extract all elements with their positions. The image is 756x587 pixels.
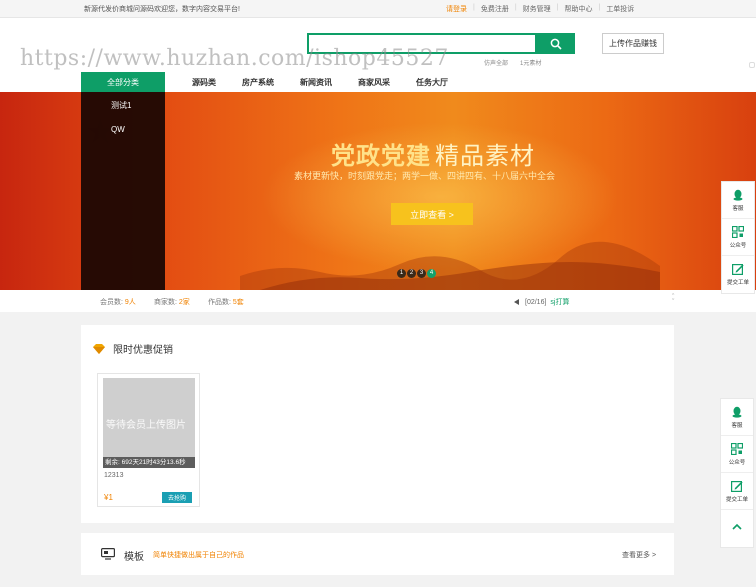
float-submit-ticket[interactable]: 提交工单 [722, 256, 754, 293]
hotword-link[interactable]: 1元素材 [520, 58, 541, 67]
edit-icon [732, 264, 744, 275]
product-thumbnail[interactable]: 等待会员上传图片 剩余: 692天21时43分13.6秒 [103, 378, 195, 468]
welcome-text: 新源代发价商城问源码欢迎您，数字内容交易平台! [84, 6, 240, 13]
banner-title: 党政党建 精品素材 [331, 136, 535, 171]
carousel-dot-active[interactable]: 4 [427, 269, 436, 278]
works-value: 5套 [232, 299, 244, 306]
view-more-link[interactable]: 查看更多 > [622, 550, 656, 560]
great-wall-illustration [240, 241, 660, 290]
top-links: 请登录 | 免费注册 | 财务管理 | 帮助中心 | 工单投诉 [446, 4, 640, 14]
category-panel: 测试1 QW [81, 92, 165, 290]
main-nav: 全部分类 源码类 房产系统 新闻资讯 商家风采 任务大厅 [0, 72, 756, 92]
float-label: 公众号 [729, 242, 747, 249]
edit-icon [731, 480, 743, 492]
hot-keywords: 仿声全部 1元素材 [484, 58, 553, 67]
qrcode-icon [731, 442, 743, 455]
notice-link[interactable]: sj打算 [550, 297, 569, 307]
float-label: 客服 [731, 422, 743, 429]
nav-item-tasks[interactable]: 任务大厅 [416, 77, 448, 88]
speaker-icon [514, 299, 519, 305]
merchants-value: 2家 [178, 299, 190, 306]
float-label: 公众号 [728, 459, 746, 466]
nav-item-merchants[interactable]: 商家风采 [358, 77, 390, 88]
separator: | [598, 4, 601, 11]
search-button[interactable] [537, 33, 575, 54]
finance-link[interactable]: 财务管理 [523, 4, 551, 14]
float-panel-top: 客服 公众号 提交工单 [721, 181, 755, 294]
carousel-dot[interactable]: 1 [397, 269, 406, 278]
login-link[interactable]: 请登录 [446, 4, 467, 14]
header: 仿声全部 1元素材 上传作品赚钱 [0, 18, 756, 72]
banner-title-bold: 党政党建 [331, 143, 431, 170]
promo-title: 限时优惠促销 [113, 345, 173, 356]
notice-index: [02/16] [525, 298, 547, 306]
template-section: 模板 简单快捷做出属于自己的作品 查看更多 > [81, 533, 674, 575]
banner-subtitle: 素材更新快，时刻跟党走；两学一做、四讲四有、十八届六中全会 [294, 171, 556, 181]
qq-penguin-icon [733, 189, 743, 201]
template-title: 模板 [124, 552, 144, 563]
works-label: 作品数: [208, 299, 231, 306]
float-submit-ticket[interactable]: 提交工单 [721, 473, 753, 510]
float-panel-bottom: 客服 公众号 提交工单 [720, 398, 754, 548]
thumbnail-placeholder-text: 等待会员上传图片 [106, 420, 186, 431]
notice-ticker: [02/16] sj打算 [514, 297, 569, 307]
carousel-dot[interactable]: 3 [417, 269, 426, 278]
diamond-icon [93, 343, 105, 354]
promo-header: 限时优惠促销 [93, 341, 173, 356]
members-stat: 会员数: 9人 [100, 297, 136, 307]
hotword-link[interactable]: 仿声全部 [484, 58, 508, 67]
category-item[interactable]: 测试1 [111, 100, 131, 111]
back-to-top-button[interactable] [721, 510, 753, 547]
nav-item-source-code[interactable]: 源码类 [192, 77, 216, 88]
float-customer-service[interactable]: 客服 [721, 399, 753, 436]
product-name[interactable]: 12313 [104, 472, 123, 479]
all-categories-button[interactable]: 全部分类 [81, 72, 165, 92]
promo-section: 限时优惠促销 等待会员上传图片 剩余: 692天21时43分13.6秒 1231… [81, 325, 674, 523]
product-price: ¥1 [104, 493, 113, 502]
members-label: 会员数: [100, 299, 123, 306]
merchants-label: 商家数: [154, 299, 177, 306]
ticker-updown-icon[interactable]: ˆˇ [672, 294, 674, 306]
category-item[interactable]: QW [111, 125, 125, 134]
carousel-dot[interactable]: 2 [407, 269, 416, 278]
monitor-icon [101, 548, 115, 560]
buy-now-button[interactable]: 去抢购 [162, 492, 192, 503]
template-desc: 简单快捷做出属于自己的作品 [153, 552, 244, 559]
separator: | [473, 4, 475, 11]
banner-title-thin: 精品素材 [435, 143, 535, 170]
separator: | [514, 4, 517, 11]
separator: | [556, 4, 559, 11]
qrcode-icon [732, 225, 744, 238]
nav-item-real-estate[interactable]: 房产系统 [242, 77, 274, 88]
float-wechat[interactable]: 公众号 [722, 219, 754, 256]
merchants-stat: 商家数: 2家 [154, 297, 190, 307]
register-link[interactable]: 免费注册 [481, 4, 509, 14]
members-value: 9人 [124, 299, 136, 306]
float-wechat[interactable]: 公众号 [721, 436, 753, 473]
product-card[interactable]: 等待会员上传图片 剩余: 692天21时43分13.6秒 12313 ¥1 去抢… [97, 373, 200, 507]
nav-item-news[interactable]: 新闻资讯 [300, 77, 332, 88]
carousel-dots: 1 2 3 4 [397, 269, 437, 278]
qq-penguin-icon [732, 406, 742, 418]
float-label: 客服 [732, 205, 744, 212]
search-icon [550, 38, 562, 50]
upload-work-button[interactable]: 上传作品赚钱 [602, 33, 664, 54]
countdown-timer: 剩余: 692天21时43分13.6秒 [103, 457, 195, 468]
stats-bar: 会员数: 9人 商家数: 2家 作品数: 5套 [02/16] sj打算 ˆˇ [0, 290, 756, 312]
banner-cta-button[interactable]: 立即查看 > [391, 203, 473, 225]
nav-items: 源码类 房产系统 新闻资讯 商家风采 任务大厅 [192, 77, 474, 88]
help-link[interactable]: 帮助中心 [564, 4, 592, 14]
chevron-up-icon [732, 523, 742, 530]
complaint-link[interactable]: 工单投诉 [606, 4, 634, 14]
scrollbar-thumb[interactable] [749, 62, 755, 68]
float-label: 提交工单 [725, 496, 748, 503]
float-label: 提交工单 [726, 280, 749, 286]
works-stat: 作品数: 5套 [208, 297, 244, 307]
top-bar: 新源代发价商城问源码欢迎您，数字内容交易平台! 请登录 | 免费注册 | 财务管… [0, 0, 756, 18]
search-input[interactable] [307, 33, 537, 54]
float-customer-service[interactable]: 客服 [722, 182, 754, 219]
